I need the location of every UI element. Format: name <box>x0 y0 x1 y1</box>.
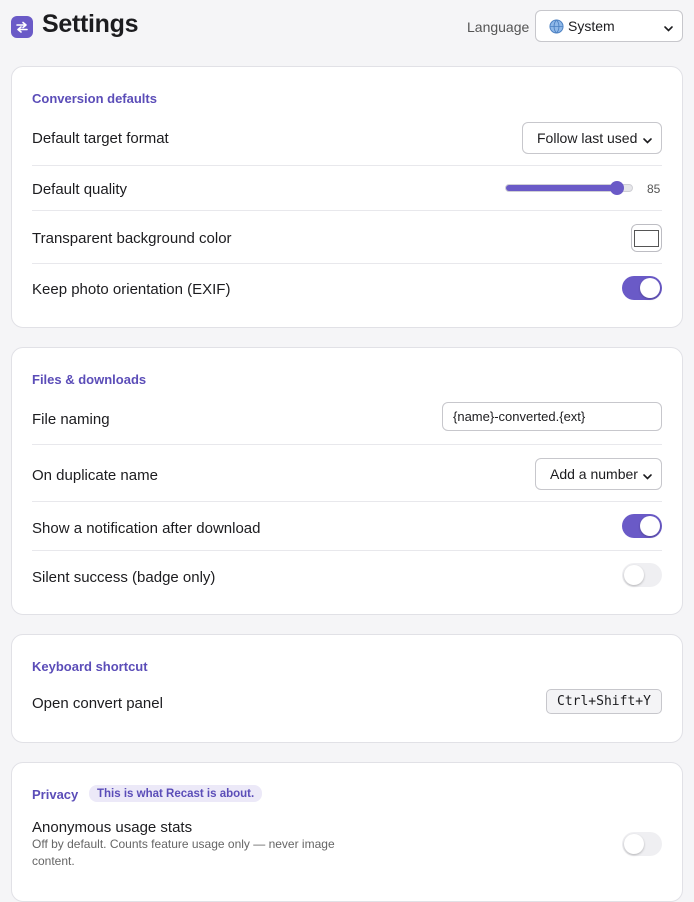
language-label: Language <box>467 19 530 35</box>
language-select[interactable]: System <box>535 10 683 42</box>
duplicate-name-select[interactable]: Add a number <box>535 458 662 490</box>
divider <box>32 550 662 551</box>
conversion-defaults-card: Conversion defaults Default target forma… <box>11 66 683 328</box>
default-target-format-label: Default target format <box>32 130 169 147</box>
notify-download-label: Show a notification after download <box>32 520 261 537</box>
privacy-badge: This is what Recast is about. <box>89 785 263 802</box>
default-quality-label: Default quality <box>32 181 128 198</box>
usage-stats-toggle[interactable] <box>622 832 662 856</box>
slider-fill <box>506 185 615 191</box>
silent-success-toggle[interactable] <box>622 563 662 587</box>
toggle-knob <box>640 278 660 298</box>
file-naming-input[interactable]: {name}-converted.{ext} <box>442 402 662 431</box>
section-title: Privacy <box>32 787 79 802</box>
usage-stats-description: Off by default. Counts feature usage onl… <box>32 837 335 868</box>
default-quality-value: 85 <box>647 182 661 196</box>
toggle-knob <box>640 516 660 536</box>
transparent-background-label: Transparent background color <box>32 230 232 247</box>
toggle-knob <box>624 834 644 854</box>
swap-arrows-icon <box>11 16 33 38</box>
file-naming-label: File naming <box>32 411 110 428</box>
chevron-down-icon <box>642 133 653 149</box>
color-swatch <box>634 229 659 247</box>
section-title: Conversion defaults <box>32 91 157 106</box>
files-downloads-card: Files & downloads File naming {name}-con… <box>11 347 683 615</box>
divider <box>32 263 662 264</box>
keep-orientation-toggle[interactable] <box>622 276 662 300</box>
header: Settings Language System <box>0 0 694 54</box>
keep-orientation-label: Keep photo orientation (EXIF) <box>32 281 231 298</box>
toggle-knob <box>624 565 644 585</box>
notify-download-toggle[interactable] <box>622 514 662 538</box>
transparent-background-color-picker[interactable] <box>631 224 662 252</box>
open-convert-panel-label: Open convert panel <box>32 695 163 712</box>
chevron-down-icon <box>663 21 674 37</box>
chevron-down-icon <box>642 469 653 485</box>
section-title: Files & downloads <box>32 372 147 387</box>
duplicate-name-value: Add a number <box>550 466 638 482</box>
silent-success-label: Silent success (badge only) <box>32 569 216 586</box>
privacy-card: Privacy This is what Recast is about. An… <box>11 762 683 902</box>
usage-stats-label: Anonymous usage stats <box>32 819 193 836</box>
slider-thumb[interactable] <box>609 181 624 195</box>
divider <box>32 165 662 166</box>
default-target-format-select[interactable]: Follow last used <box>522 122 662 154</box>
duplicate-name-label: On duplicate name <box>32 467 158 484</box>
default-target-format-value: Follow last used <box>537 130 638 146</box>
divider <box>32 444 662 445</box>
divider <box>32 210 662 211</box>
language-select-value: System <box>568 18 615 34</box>
shortcut-keys[interactable]: Ctrl+Shift+Y <box>546 689 662 714</box>
page-title: Settings <box>42 10 139 38</box>
globe-icon <box>549 18 564 34</box>
divider <box>32 501 662 502</box>
section-title: Keyboard shortcut <box>32 659 148 674</box>
keyboard-shortcut-card: Keyboard shortcut Open convert panel Ctr… <box>11 634 683 743</box>
